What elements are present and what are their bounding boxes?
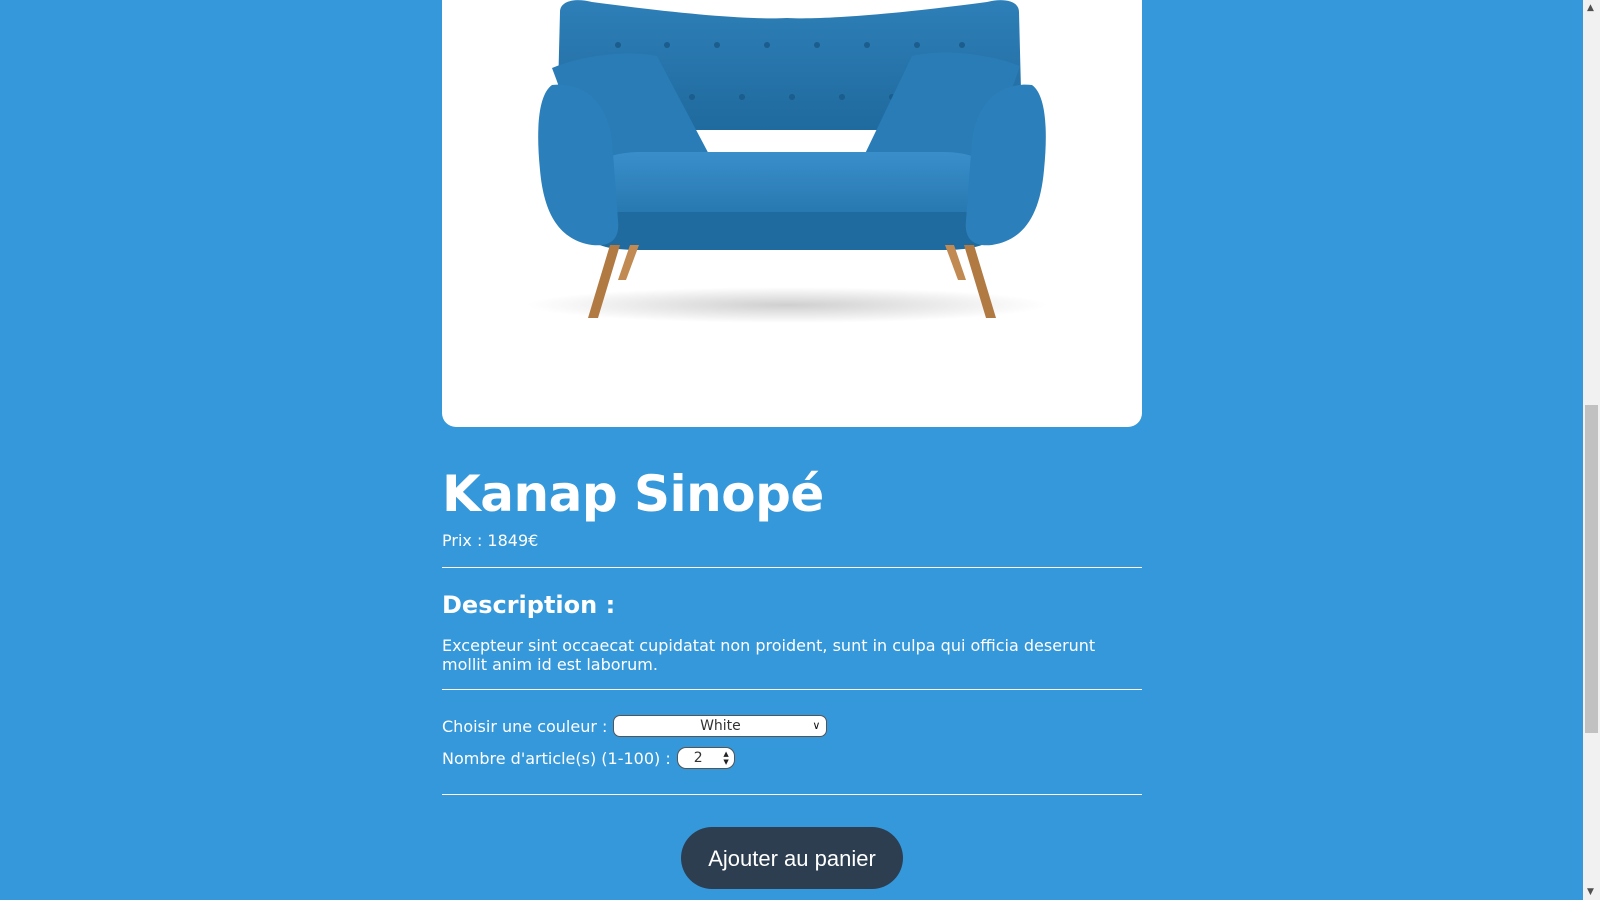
scrollbar-thumb[interactable] — [1585, 405, 1598, 733]
description-title: Description : — [442, 591, 616, 619]
divider — [442, 567, 1142, 568]
vertical-scrollbar[interactable]: ▲ ▼ — [1583, 0, 1600, 900]
color-select[interactable]: White ∨ — [613, 715, 828, 737]
product-title: Kanap Sinopé — [442, 465, 824, 523]
color-option-row: Choisir une couleur : White ∨ — [442, 714, 1142, 738]
product-image — [442, 0, 1142, 427]
product-price: Prix : 1849€ — [442, 531, 539, 550]
spinner-icon[interactable]: ▲ ▼ — [723, 750, 728, 766]
quantity-label: Nombre d'article(s) (1-100) : — [442, 748, 671, 768]
divider — [442, 794, 1142, 795]
color-label: Choisir une couleur : — [442, 716, 608, 736]
quantity-stepper[interactable]: 2 ▲ ▼ — [676, 747, 735, 769]
sofa-image — [527, 0, 1047, 323]
scroll-down-icon[interactable]: ▼ — [1587, 887, 1594, 897]
chevron-down-icon: ∨ — [812, 719, 821, 732]
description-text: Excepteur sint occaecat cupidatat non pr… — [442, 636, 1096, 674]
divider — [442, 689, 1142, 690]
scroll-up-icon[interactable]: ▲ — [1587, 3, 1594, 13]
button-wrapper: Ajouter au panier — [442, 827, 1142, 889]
quantity-option-row: Nombre d'article(s) (1-100) : 2 ▲ ▼ — [442, 746, 1142, 770]
quantity-value: 2 — [693, 750, 703, 766]
add-to-cart-button[interactable]: Ajouter au panier — [681, 827, 903, 889]
color-selected-value: White — [700, 718, 741, 734]
product-page: Kanap Sinopé Prix : 1849€ Description : … — [442, 0, 1142, 889]
